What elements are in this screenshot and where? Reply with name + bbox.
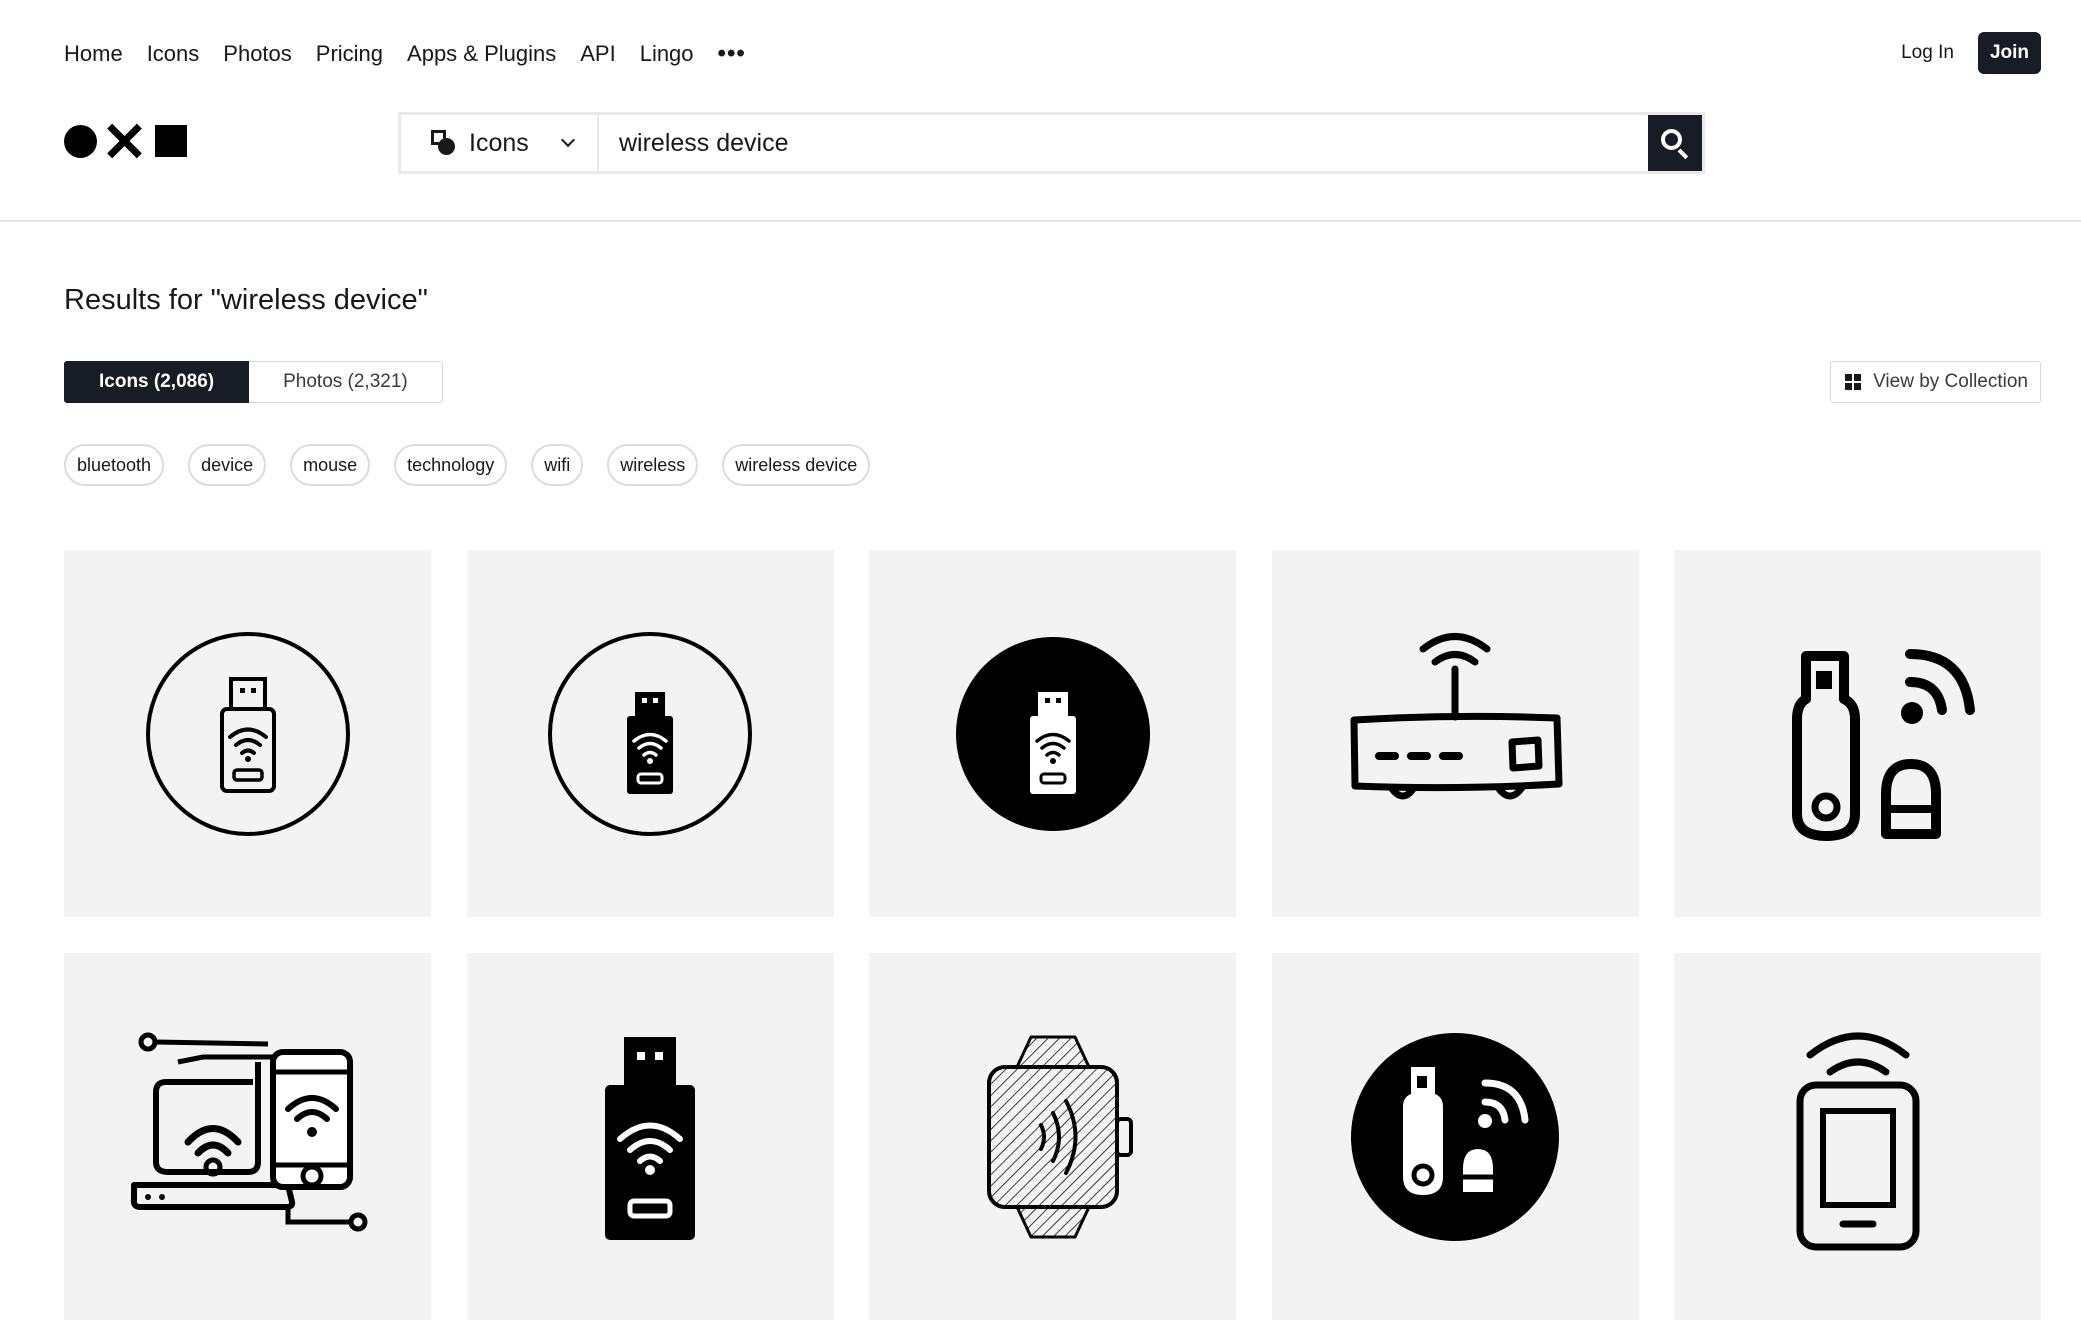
logo-cross-icon [107,124,141,158]
tag-chip[interactable]: bluetooth [64,444,165,486]
search-input[interactable] [599,115,1648,171]
smartwatch-wireless-hatched-icon [986,1035,1133,1238]
usb-wifi-stick-icon [605,1036,695,1240]
search-icon [1660,128,1690,160]
tag-chip[interactable]: wireless device [722,444,871,486]
icon-result-tile[interactable] [869,550,1236,917]
icon-result-tile[interactable] [1271,953,1639,1320]
tag-chip[interactable]: wireless [607,444,699,486]
chevron-down-icon [560,132,575,148]
login-link[interactable]: Log In [1901,42,1954,64]
logo-circle-icon [64,124,97,158]
grid-icon [1845,374,1862,390]
search-bar: Icons [398,112,1705,174]
usb-dongle-signal-icon [1791,648,1975,841]
view-by-collection-label: View by Collection [1873,371,2028,392]
nav-home-link[interactable]: Home [64,41,123,67]
laptop-phone-wifi-circuit-icon [130,1032,367,1231]
more-menu-icon[interactable]: ••• [718,42,746,66]
nav-photos-link[interactable]: Photos [223,41,292,67]
join-button[interactable]: Join [1977,32,2041,74]
tag-chip[interactable]: device [188,444,267,486]
icon-result-tile[interactable] [1674,550,2041,917]
icon-result-tile[interactable] [64,953,431,1320]
auth-area: Log In Join [1901,32,2041,74]
usb-wifi-dongle-black-circle-icon [955,636,1150,831]
top-nav: Home Icons Photos Pricing Apps & Plugins… [64,36,746,72]
results-title: Results for "wireless device" [64,284,428,316]
icon-results-grid [64,550,2041,1320]
noun-project-logo[interactable] [64,124,187,158]
nav-lingo-link[interactable]: Lingo [640,41,694,67]
logo-square-icon [155,125,187,157]
search-scope-dropdown[interactable]: Icons [401,115,599,171]
usb-dongle-signal-black-circle-icon [1351,1032,1559,1241]
nav-icons-link[interactable]: Icons [147,41,200,67]
header-divider [0,220,2081,222]
usb-wifi-dongle-filled-circle-outline-icon [548,631,752,836]
tag-chip[interactable]: wifi [531,444,584,486]
nav-pricing-link[interactable]: Pricing [316,41,383,67]
tab-icons[interactable]: Icons (2,086) [64,361,250,403]
phone-wireless-signal-icon [1796,1032,1919,1250]
icons-scope-icon [431,130,457,156]
icon-result-tile[interactable] [466,550,834,917]
nav-apps-plugins-link[interactable]: Apps & Plugins [407,41,556,67]
tag-chip[interactable]: technology [394,444,508,486]
nav-api-link[interactable]: API [580,41,615,67]
icon-result-tile[interactable] [1271,550,1639,917]
icon-result-tile[interactable] [1674,953,2041,1320]
icon-result-tile[interactable] [64,550,431,917]
search-button[interactable] [1648,115,1702,171]
search-scope-label: Icons [469,128,529,157]
result-type-tabs: Icons (2,086) Photos (2,321) [64,361,443,403]
view-by-collection-button[interactable]: View by Collection [1830,361,2041,403]
icon-result-tile[interactable] [869,953,1236,1320]
icon-result-tile[interactable] [466,953,834,1320]
tab-photos[interactable]: Photos (2,321) [249,361,443,403]
tag-chip[interactable]: mouse [290,444,371,486]
related-tags: bluetooth device mouse technology wifi w… [64,444,871,486]
usb-wifi-dongle-outline-circle-icon [145,631,350,836]
wireless-router-icon [1350,632,1563,799]
